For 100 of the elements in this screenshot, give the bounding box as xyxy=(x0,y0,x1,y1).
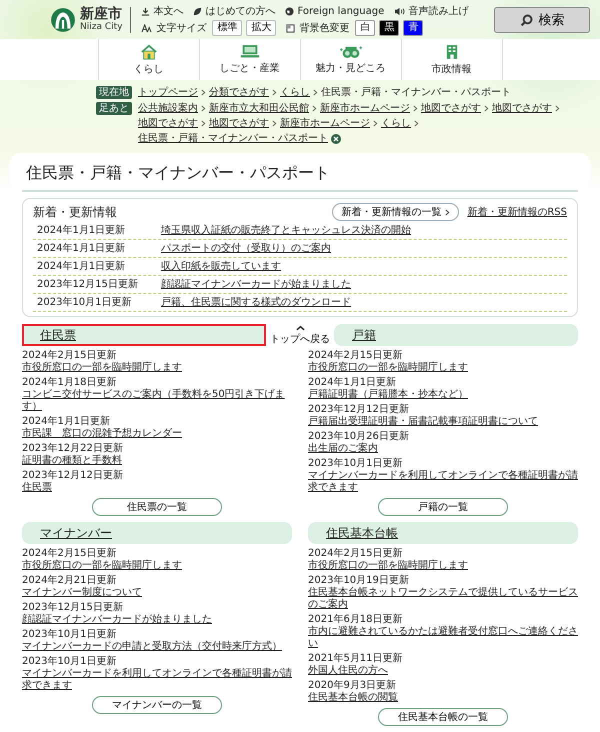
news-link[interactable]: 戸籍、住民票に関する様式のダウンロード xyxy=(161,296,351,309)
search-button[interactable]: 検索 xyxy=(494,7,590,33)
article-link[interactable]: 住民票 xyxy=(22,482,52,494)
nav-tab[interactable]: くらし xyxy=(98,39,198,80)
article-link[interactable]: 外国人住民の方へ xyxy=(308,665,388,677)
nav-tab[interactable]: 魅力・見どころ xyxy=(300,39,400,80)
article-link[interactable]: コンビニ交付サービスのご案内（手数料を50円引き下げます） xyxy=(22,389,292,413)
breadcrumb-link[interactable]: 分類でさがす xyxy=(209,86,269,99)
chevron-right-icon xyxy=(414,120,419,127)
section-title-link[interactable]: 住民票 xyxy=(40,328,76,342)
utility-link[interactable]: 本文へ xyxy=(141,4,184,18)
article-link[interactable]: 出生届のご案内 xyxy=(308,443,378,455)
rss-link[interactable]: 新着・更新情報のRSS xyxy=(467,205,567,219)
article-link[interactable]: マイナンバーカードを利用してオンラインで各種証明書が請求できます xyxy=(22,668,292,692)
breadcrumb-link[interactable]: トップページ xyxy=(138,86,198,99)
breadcrumb-badge: 足あと xyxy=(96,102,132,115)
background-color-button[interactable]: 黒 xyxy=(379,20,400,36)
house-icon xyxy=(140,44,158,60)
binoculars-icon xyxy=(338,44,362,59)
update-date: 2024年2月15日更新 xyxy=(22,548,117,560)
chevron-right-icon xyxy=(312,105,317,112)
news-date: 2024年1月1日更新 xyxy=(37,224,126,237)
news-date: 2023年12月15日更新 xyxy=(37,278,139,291)
utility-link[interactable]: はじめての方へ xyxy=(193,4,276,18)
background-color-label: 背景色変更 xyxy=(299,22,350,35)
update-date: 2023年12月12日更新 xyxy=(22,470,123,482)
section-title-link[interactable]: 戸籍 xyxy=(352,328,376,342)
article-link[interactable]: 市内に避難されているかたは避難者受付窓口へご連絡ください xyxy=(308,626,578,650)
breadcrumb-link[interactable]: 住民票・戸籍・マイナンバー・パスポート xyxy=(138,132,328,145)
news-link[interactable]: 収入印紙を販売しています xyxy=(161,260,281,273)
article-link[interactable]: 証明書の種類と手数料 xyxy=(22,455,122,467)
update-date: 2023年12月22日更新 xyxy=(22,443,123,454)
update-date: 2024年2月15日更新 xyxy=(22,350,117,362)
nav-tab[interactable]: 市政情報 xyxy=(400,39,502,80)
chevron-right-icon xyxy=(201,120,206,127)
update-date: 2023年12月12日更新 xyxy=(308,404,409,416)
chevron-right-icon xyxy=(313,89,318,96)
utility-link[interactable]: 音声読み上げ xyxy=(394,4,468,18)
update-date: 2023年10月1日更新 xyxy=(22,629,117,641)
section-list-button[interactable]: 住民基本台帳の一覧 xyxy=(378,708,508,726)
nav-tab[interactable]: しごと・産業 xyxy=(198,39,300,80)
update-date: 2020年9月3日更新 xyxy=(308,680,396,692)
chevron-up-icon xyxy=(296,324,304,330)
breadcrumb-link[interactable]: くらし xyxy=(280,86,310,99)
news-date: 2024年1月1日更新 xyxy=(37,242,126,255)
breadcrumb-link[interactable]: 地図でさがす xyxy=(209,117,269,130)
news-date: 2023年10月1日更新 xyxy=(37,296,133,309)
article-link[interactable]: 住民基本台帳ネットワークシステムで提供しているサービスのご案内 xyxy=(308,587,578,611)
news-heading: 新着・更新情報 xyxy=(33,204,117,220)
article-link[interactable]: 市役所窓口の一部を臨時開庁します xyxy=(308,362,468,374)
article-link[interactable]: 戸籍届出受理証明書・届書記載事項証明書について xyxy=(308,416,538,428)
update-date: 2024年1月18日更新 xyxy=(22,377,117,388)
update-date: 2024年2月21日更新 xyxy=(22,575,117,586)
article-link[interactable]: マイナンバー制度について xyxy=(22,587,142,599)
search-icon xyxy=(520,14,532,26)
download-icon xyxy=(141,6,150,16)
article-link[interactable]: 顔認証マイナンバーカードが始まりました xyxy=(22,614,212,626)
news-link[interactable]: 顔認証マイナンバーカードが始まりました xyxy=(161,278,351,291)
article-link[interactable]: 戸籍証明書（戸籍謄本・抄本など） xyxy=(308,389,468,401)
close-icon[interactable] xyxy=(331,134,341,144)
chevron-right-icon xyxy=(272,89,277,96)
section-list-button[interactable]: 戸籍の一覧 xyxy=(378,498,508,516)
breadcrumb-link[interactable]: 地図でさがす xyxy=(138,117,198,130)
update-date: 2024年1月1日更新 xyxy=(22,416,110,428)
section-title-link[interactable]: マイナンバー xyxy=(40,526,112,540)
breadcrumb-link[interactable]: 地図でさがす xyxy=(492,102,552,115)
section-title-link[interactable]: 住民基本台帳 xyxy=(326,526,398,540)
article-link[interactable]: 市役所窓口の一部を臨時開庁します xyxy=(308,560,468,572)
speaker-icon xyxy=(394,6,406,16)
article-link[interactable]: 住民基本台帳の閲覧 xyxy=(308,692,398,704)
text-size-button[interactable]: 拡大 xyxy=(246,20,276,36)
breadcrumb-link[interactable]: 新座市立大和田公民館 xyxy=(209,102,309,115)
background-color-button[interactable]: 白 xyxy=(355,20,376,36)
globe-icon xyxy=(285,6,294,16)
article-link[interactable]: 市役所窓口の一部を臨時開庁します xyxy=(22,362,182,374)
update-date: 2023年10月1日更新 xyxy=(308,458,403,470)
building-icon xyxy=(446,44,458,60)
background-color-button[interactable]: 青 xyxy=(403,20,424,36)
breadcrumb-link[interactable]: 公共施設案内 xyxy=(138,102,198,115)
chevron-right-icon xyxy=(373,120,378,127)
text-size-label: 文字サイズ xyxy=(156,22,206,35)
breadcrumb-link[interactable]: くらし xyxy=(381,117,411,130)
news-list-button[interactable]: 新着・更新情報の一覧 xyxy=(332,203,460,221)
breadcrumb-link[interactable]: 新座市ホームページ xyxy=(280,117,370,130)
article-link[interactable]: 市民課 窓口の混雑予想カレンダー xyxy=(22,428,182,440)
section-list-button[interactable]: マイナンバーの一覧 xyxy=(92,696,222,714)
chevron-right-icon xyxy=(413,105,418,112)
breadcrumb-link[interactable]: 新座市ホームページ xyxy=(320,102,410,115)
article-link[interactable]: マイナンバーカードの申請と受取方法（交付時来庁方式） xyxy=(22,641,282,653)
utility-link[interactable]: Foreign language xyxy=(285,6,384,16)
news-link[interactable]: 埼玉県収入証紙の販売終了とキャッシュレス決済の開始 xyxy=(161,224,411,237)
breadcrumb-link[interactable]: 地図でさがす xyxy=(421,102,481,115)
article-link[interactable]: 市役所窓口の一部を臨時開庁します xyxy=(22,560,182,572)
news-link[interactable]: パスポートの交付（受取り）のご案内 xyxy=(161,242,331,255)
news-date: 2024年1月1日更新 xyxy=(37,260,126,273)
article-link[interactable]: マイナンバーカードを利用してオンラインで各種証明書が請求できます xyxy=(308,470,578,494)
update-date: 2023年10月1日更新 xyxy=(22,656,117,668)
chevron-right-icon xyxy=(272,120,277,127)
text-size-button[interactable]: 標準 xyxy=(212,20,242,36)
section-list-button[interactable]: 住民票の一覧 xyxy=(92,498,222,516)
